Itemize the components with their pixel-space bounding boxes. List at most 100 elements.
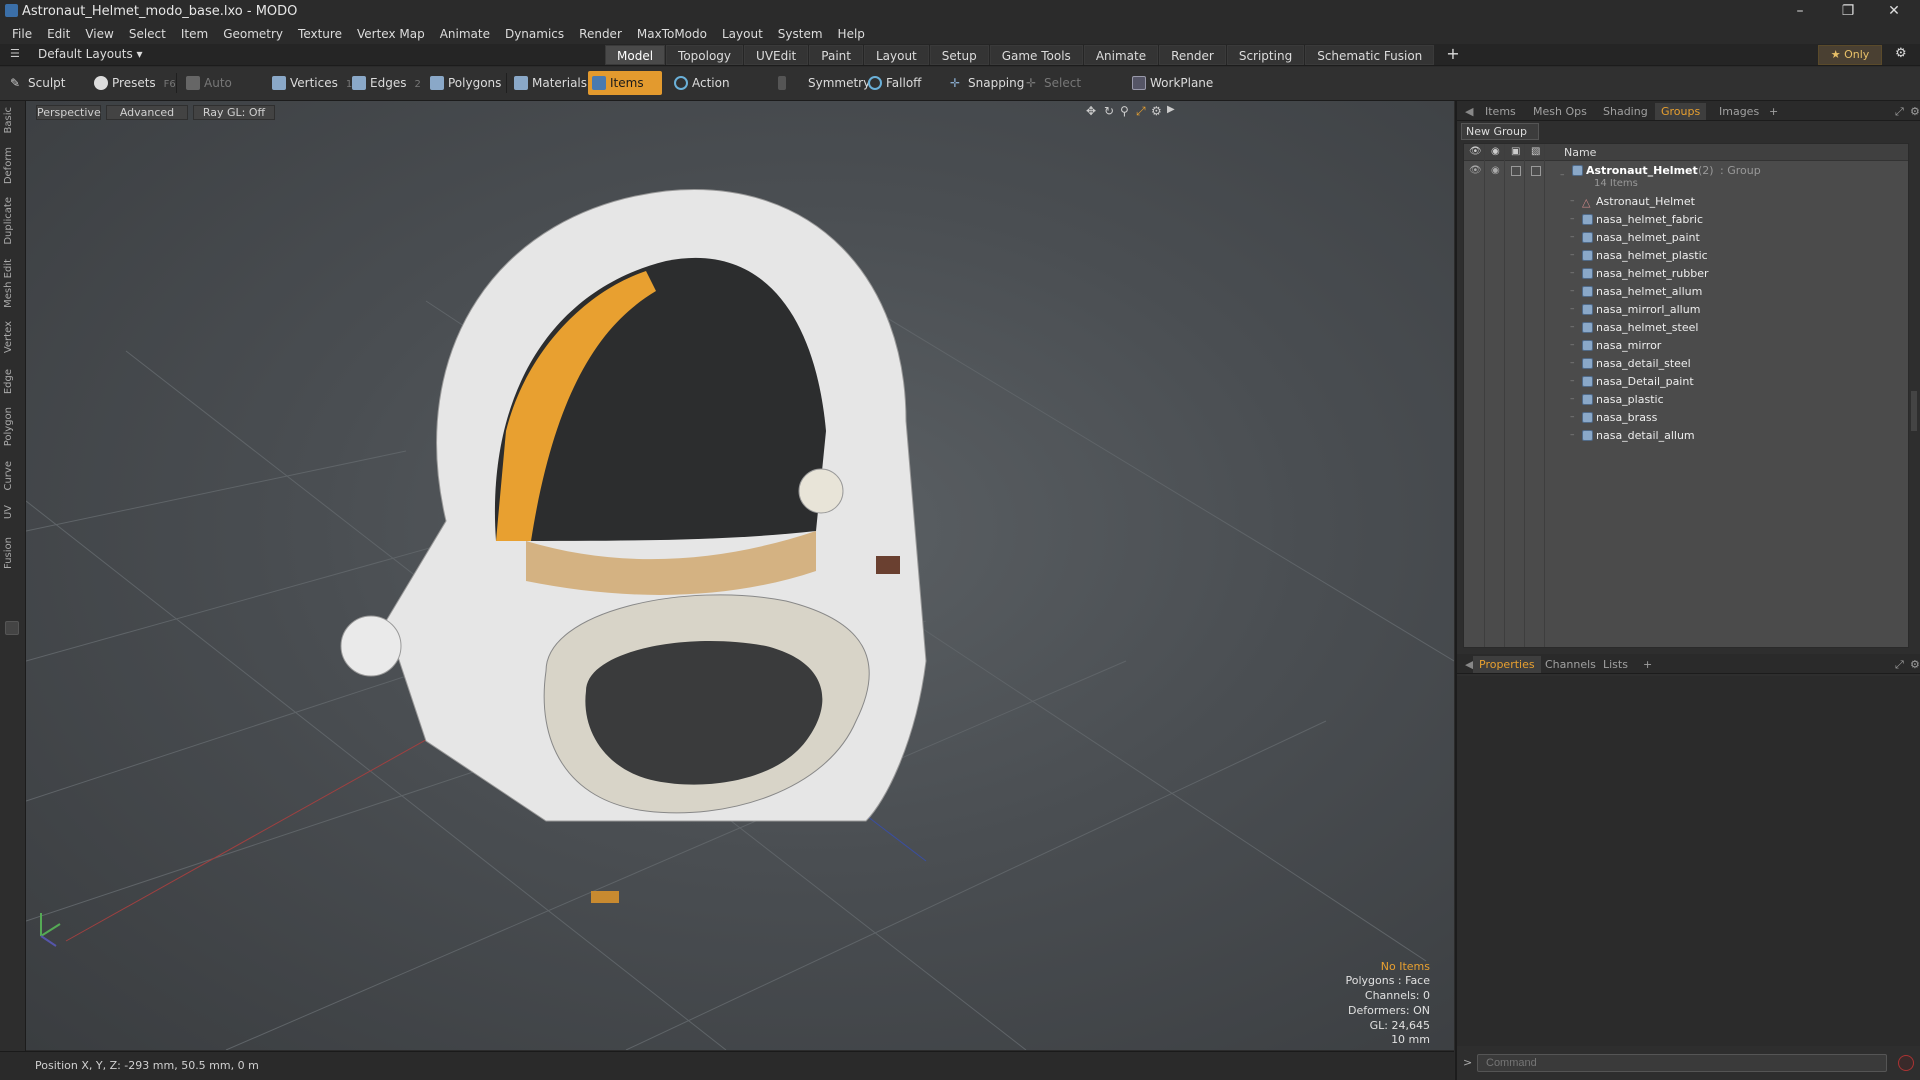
- 3d-viewport[interactable]: Perspective Advanced Ray GL: Off ✥ ↻ ⚲ ⤢…: [26, 101, 1454, 1050]
- group-collapse-icon[interactable]: –: [1560, 170, 1565, 180]
- bottom-panel-gear-icon[interactable]: ⚙: [1904, 656, 1920, 673]
- symmetry-button[interactable]: Symmetry: [774, 71, 870, 95]
- tab-items[interactable]: Items: [1479, 103, 1522, 120]
- vtab-edge[interactable]: Edge: [3, 369, 21, 394]
- materials-button[interactable]: Materials: [510, 71, 587, 95]
- vtab-uv[interactable]: UV: [3, 505, 21, 519]
- falloff-button[interactable]: Falloff: [864, 71, 944, 95]
- tab-lists[interactable]: Lists: [1597, 656, 1634, 673]
- list-item[interactable]: – nasa_helmet_fabric: [1464, 211, 1908, 229]
- minimize-icon[interactable]: –: [1778, 0, 1822, 22]
- panel-menu-icon[interactable]: ◀: [1459, 103, 1479, 120]
- tab-model[interactable]: Model: [605, 45, 666, 65]
- list-item[interactable]: – nasa_detail_steel: [1464, 355, 1908, 373]
- maximize-viewport-icon[interactable]: ⤢: [1136, 104, 1146, 119]
- viewport-options-arrow-icon[interactable]: ▶: [1167, 104, 1175, 115]
- shading-advanced-button[interactable]: Advanced: [106, 105, 188, 120]
- sculpt-button[interactable]: ✎ Sculpt: [6, 71, 86, 95]
- settings-gear-icon[interactable]: ⚙: [1895, 46, 1907, 61]
- tab-shading[interactable]: Shading: [1597, 103, 1654, 120]
- menu-help[interactable]: Help: [838, 27, 865, 41]
- tab-paint[interactable]: Paint: [809, 45, 863, 65]
- menu-render[interactable]: Render: [579, 27, 622, 41]
- tab-render[interactable]: Render: [1159, 45, 1226, 65]
- new-group-button[interactable]: New Group: [1461, 123, 1539, 140]
- vtab-deform[interactable]: Deform: [3, 147, 21, 184]
- menu-maxtomodo[interactable]: MaxToModo: [637, 27, 707, 41]
- tab-groups[interactable]: Groups: [1655, 103, 1707, 120]
- menu-geometry[interactable]: Geometry: [223, 27, 283, 41]
- menu-texture[interactable]: Texture: [298, 27, 342, 41]
- edges-button[interactable]: Edges 2: [348, 71, 428, 95]
- visibility-eye-icon[interactable]: 👁: [1469, 146, 1482, 157]
- vtab-vertex[interactable]: Vertex: [3, 321, 21, 353]
- menu-system[interactable]: System: [778, 27, 823, 41]
- workplane-button[interactable]: WorkPlane: [1128, 71, 1213, 95]
- group-render-icon[interactable]: ◉: [1491, 165, 1500, 176]
- zoom-icon[interactable]: ⚲: [1120, 104, 1129, 118]
- polygons-button[interactable]: Polygons: [426, 71, 502, 95]
- list-item[interactable]: – nasa_detail_allum: [1464, 427, 1908, 445]
- tool-palette-toggle-icon[interactable]: [5, 621, 19, 635]
- list-item[interactable]: – nasa_helmet_paint: [1464, 229, 1908, 247]
- action-center-button[interactable]: Action Center: [670, 71, 768, 114]
- select-through-button[interactable]: ✛ Select Through: [1022, 71, 1122, 114]
- list-item[interactable]: – nasa_helmet_allum: [1464, 283, 1908, 301]
- tab-properties[interactable]: Properties: [1473, 656, 1541, 673]
- vtab-curve[interactable]: Curve: [3, 461, 21, 491]
- list-item[interactable]: – nasa_Detail_paint: [1464, 373, 1908, 391]
- items-mode-button[interactable]: Items: [588, 71, 662, 95]
- list-item[interactable]: – nasa_brass: [1464, 409, 1908, 427]
- auto-select-button[interactable]: Auto Select: [182, 71, 264, 114]
- tab-game-tools[interactable]: Game Tools: [989, 45, 1083, 65]
- vtab-basic[interactable]: Basic: [3, 107, 21, 133]
- pan-icon[interactable]: ✥: [1086, 104, 1096, 118]
- group-lock-checkbox[interactable]: [1511, 166, 1521, 176]
- menu-item[interactable]: Item: [181, 27, 208, 41]
- close-icon[interactable]: ✕: [1872, 0, 1916, 22]
- tab-schematic-fusion[interactable]: Schematic Fusion: [1305, 45, 1435, 65]
- menu-edit[interactable]: Edit: [47, 27, 70, 41]
- vtab-fusion[interactable]: Fusion: [3, 537, 21, 569]
- menu-select[interactable]: Select: [129, 27, 166, 41]
- tab-topology[interactable]: Topology: [666, 45, 744, 65]
- snapping-button[interactable]: ✛ Snapping: [946, 71, 1024, 95]
- list-item[interactable]: – nasa_helmet_steel: [1464, 319, 1908, 337]
- add-bottom-tab-button[interactable]: +: [1637, 656, 1658, 673]
- vtab-mesh-edit[interactable]: Mesh Edit: [3, 259, 21, 308]
- name-column-header[interactable]: Name: [1564, 146, 1596, 159]
- rotate-icon[interactable]: ↻: [1104, 104, 1114, 118]
- tab-animate[interactable]: Animate: [1083, 45, 1159, 65]
- view-perspective-button[interactable]: Perspective: [36, 105, 101, 120]
- menu-view[interactable]: View: [85, 27, 113, 41]
- groups-list[interactable]: 👁 ◉ ▣ ▧ Name 👁 ◉ – Astronaut_Helmet (2) …: [1463, 143, 1909, 648]
- raygl-button[interactable]: Ray GL: Off: [193, 105, 275, 120]
- menu-animate[interactable]: Animate: [440, 27, 490, 41]
- tab-images[interactable]: Images: [1713, 103, 1765, 120]
- tab-layout[interactable]: Layout: [863, 45, 929, 65]
- vtab-polygon[interactable]: Polygon: [3, 407, 21, 446]
- menu-dynamics[interactable]: Dynamics: [505, 27, 564, 41]
- group-row[interactable]: 👁 ◉ – Astronaut_Helmet (2) : Group 14 It…: [1464, 162, 1908, 192]
- viewport-settings-gear-icon[interactable]: ⚙: [1151, 104, 1162, 118]
- menu-file[interactable]: File: [12, 27, 32, 41]
- list-item[interactable]: – nasa_plastic: [1464, 391, 1908, 409]
- tab-mesh-ops[interactable]: Mesh Ops: [1527, 103, 1593, 120]
- presets-button[interactable]: Presets F6: [90, 71, 176, 95]
- add-layout-tab-button[interactable]: +: [1435, 45, 1470, 65]
- list-item[interactable]: – nasa_mirrorl_allum: [1464, 301, 1908, 319]
- group-select-checkbox[interactable]: [1531, 166, 1541, 176]
- select-icon[interactable]: ▧: [1531, 146, 1540, 157]
- tab-scripting[interactable]: Scripting: [1226, 45, 1305, 65]
- vertices-button[interactable]: Vertices 1: [268, 71, 352, 95]
- add-panel-tab-button[interactable]: +: [1763, 103, 1784, 120]
- group-visibility-eye-icon[interactable]: 👁: [1469, 165, 1482, 176]
- command-history-icon[interactable]: [1898, 1055, 1914, 1071]
- menu-vertex-map[interactable]: Vertex Map: [357, 27, 425, 41]
- list-item[interactable]: – △ Astronaut_Helmet: [1464, 193, 1908, 211]
- restore-icon[interactable]: ❐: [1826, 0, 1870, 22]
- render-icon[interactable]: ◉: [1491, 146, 1500, 157]
- panel-gear-icon[interactable]: ⚙: [1904, 103, 1920, 120]
- list-item[interactable]: – nasa_mirror: [1464, 337, 1908, 355]
- tab-setup[interactable]: Setup: [929, 45, 989, 65]
